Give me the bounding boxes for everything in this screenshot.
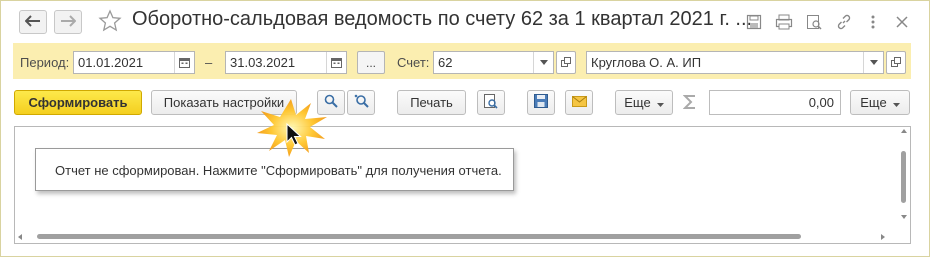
- close-icon[interactable]: [892, 12, 912, 32]
- calendar-icon[interactable]: [174, 52, 194, 73]
- search-cancel-icon: [354, 94, 369, 111]
- back-button[interactable]: [19, 10, 47, 34]
- calendar-icon[interactable]: [326, 52, 346, 73]
- save-button[interactable]: [527, 90, 555, 115]
- account-open-button[interactable]: [556, 51, 576, 74]
- chevron-down-icon[interactable]: [863, 52, 883, 73]
- organization-open-button[interactable]: [886, 51, 906, 74]
- star-icon[interactable]: [98, 9, 122, 36]
- organization-field[interactable]: Круглова О. А. ИП: [586, 51, 884, 74]
- sigma-icon: [682, 94, 697, 113]
- save-icon[interactable]: [744, 12, 764, 32]
- period-label: Период:: [20, 55, 70, 70]
- vertical-scrollbar[interactable]: [898, 127, 910, 231]
- sum-field[interactable]: 0,00: [709, 90, 841, 115]
- preview-icon: [484, 93, 498, 112]
- organization-value: Круглова О. А. ИП: [591, 55, 702, 70]
- send-email-button[interactable]: [565, 90, 593, 115]
- more-vertical-icon[interactable]: [863, 12, 883, 32]
- date-to-field[interactable]: 31.03.2021: [225, 51, 347, 74]
- print-button[interactable]: Печать: [397, 90, 466, 115]
- more-label: Еще: [624, 95, 651, 110]
- search-reset-button[interactable]: [347, 90, 375, 115]
- account-label: Счет:: [397, 55, 430, 70]
- chevron-down-icon: [892, 95, 900, 110]
- chevron-down-icon[interactable]: [533, 52, 553, 73]
- report-window: Оборотно-сальдовая ведомость по счету 62…: [0, 0, 930, 257]
- date-from-value: 01.01.2021: [78, 55, 144, 70]
- date-to-value: 31.03.2021: [230, 55, 296, 70]
- more-label-2: Еще: [860, 95, 887, 110]
- envelope-icon: [571, 95, 587, 110]
- open-window-icon: [891, 55, 901, 70]
- more-actions-button[interactable]: Еще: [615, 90, 673, 115]
- save-icon: [534, 94, 548, 111]
- open-window-icon: [561, 55, 571, 70]
- print-icon[interactable]: [774, 12, 794, 32]
- print-preview-button[interactable]: [477, 90, 505, 115]
- account-value: 62: [438, 55, 453, 70]
- link-icon[interactable]: [834, 12, 854, 32]
- mouse-cursor-icon: [286, 122, 302, 150]
- forward-button[interactable]: [54, 10, 82, 34]
- horizontal-scrollbar[interactable]: [15, 231, 898, 243]
- date-from-field[interactable]: 01.01.2021: [73, 51, 195, 74]
- generate-button[interactable]: Сформировать: [14, 90, 142, 115]
- arrow-left-icon: [24, 14, 41, 30]
- period-dash: –: [205, 55, 213, 70]
- arrow-right-icon: [60, 14, 77, 30]
- more-actions-button-2[interactable]: Еще: [850, 90, 910, 115]
- report-status-text: Отчет не сформирован. Нажмите "Сформиров…: [55, 163, 502, 178]
- chevron-down-icon: [656, 95, 664, 110]
- preview-icon[interactable]: [804, 12, 824, 32]
- period-select-label: ...: [365, 55, 376, 70]
- window-title: Оборотно-сальдовая ведомость по счету 62…: [132, 8, 753, 30]
- period-select-button[interactable]: ...: [357, 51, 385, 74]
- account-field[interactable]: 62: [433, 51, 554, 74]
